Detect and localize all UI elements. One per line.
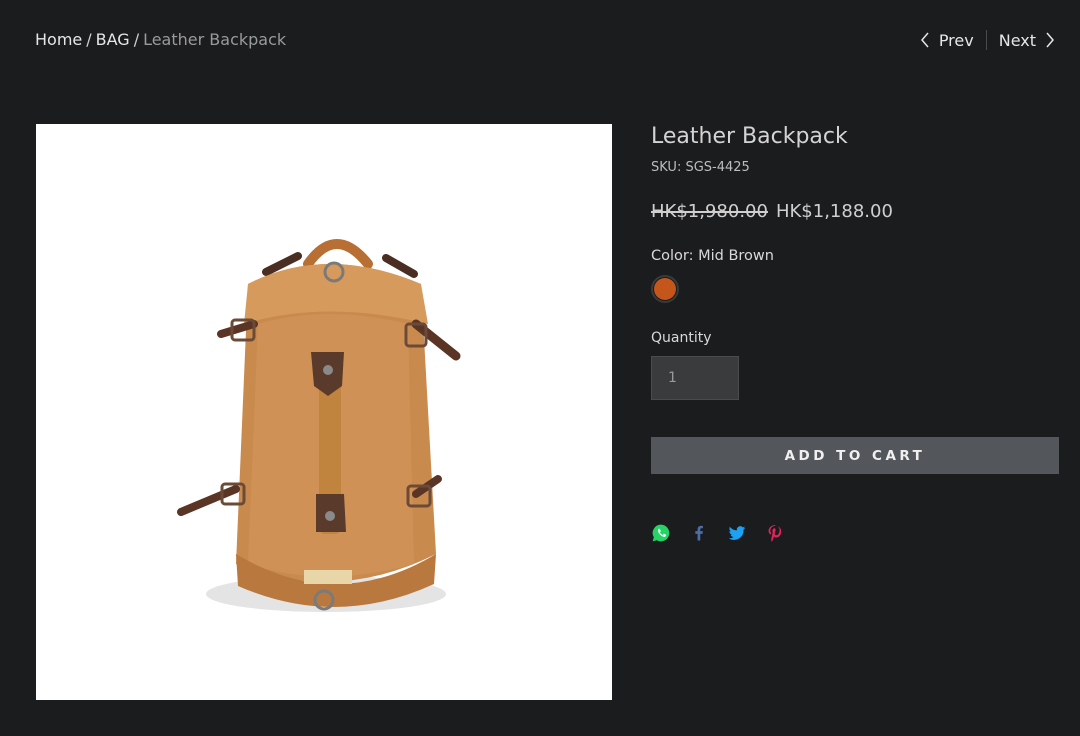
prev-label: Prev — [938, 30, 974, 50]
breadcrumb-separator: / — [133, 30, 140, 49]
next-button[interactable]: Next — [999, 31, 1056, 50]
chevron-left-icon — [920, 32, 929, 48]
sale-price: HK$1,188.00 — [775, 201, 893, 222]
product-pager: Prev Next — [919, 30, 1056, 50]
breadcrumb: Home / BAG / Leather Backpack — [35, 30, 286, 49]
pager-divider — [985, 30, 987, 50]
product-title: Leather Backpack — [651, 124, 848, 149]
facebook-icon[interactable] — [689, 523, 709, 543]
twitter-icon[interactable] — [727, 523, 747, 543]
chevron-right-icon — [1046, 32, 1054, 48]
swatch-fill — [654, 278, 676, 300]
prev-button[interactable]: Prev — [919, 31, 974, 50]
color-swatch-mid-brown[interactable] — [651, 275, 679, 303]
quantity-label: Quantity — [651, 330, 712, 346]
leather-backpack-photo — [177, 239, 461, 612]
price-block: HK$1,980.00 HK$1,188.00 — [651, 201, 1059, 222]
breadcrumb-home[interactable]: Home — [35, 30, 82, 49]
share-bar — [651, 523, 1059, 543]
breadcrumb-current: Leather Backpack — [143, 30, 287, 49]
original-price: HK$1,980.00 — [651, 201, 768, 222]
color-label: Color: Mid Brown — [651, 248, 774, 264]
add-to-cart-button[interactable]: ADD TO CART — [651, 437, 1059, 474]
product-info: Leather Backpack SKU: SGS-4425 HK$1,980.… — [651, 124, 1059, 543]
breadcrumb-separator: / — [86, 30, 92, 49]
next-label: Next — [998, 30, 1036, 50]
pinterest-icon[interactable] — [765, 523, 785, 543]
product-sku: SKU: SGS-4425 — [651, 160, 750, 175]
quantity-input[interactable] — [651, 356, 739, 400]
product-image[interactable] — [36, 124, 612, 700]
breadcrumb-category[interactable]: BAG — [96, 30, 130, 49]
whatsapp-icon[interactable] — [651, 523, 671, 543]
